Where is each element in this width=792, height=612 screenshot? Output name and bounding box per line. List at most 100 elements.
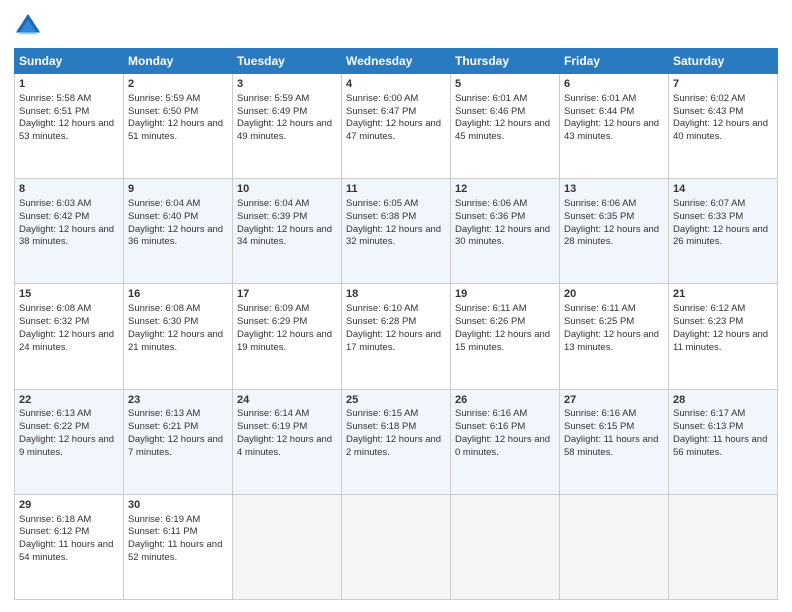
daylight-text: Daylight: 12 hours and 7 minutes. bbox=[128, 434, 223, 458]
sunrise-text: Sunrise: 6:10 AM bbox=[346, 303, 418, 314]
daylight-text: Daylight: 11 hours and 54 minutes. bbox=[19, 539, 113, 563]
calendar-cell: 15Sunrise: 6:08 AMSunset: 6:32 PMDayligh… bbox=[15, 284, 124, 389]
calendar-cell: 9Sunrise: 6:04 AMSunset: 6:40 PMDaylight… bbox=[124, 179, 233, 284]
calendar-cell: 30Sunrise: 6:19 AMSunset: 6:11 PM Dayligh… bbox=[124, 494, 233, 599]
sunrise-text: Sunrise: 6:11 AM bbox=[564, 303, 636, 314]
calendar-week-2: 8Sunrise: 6:03 AMSunset: 6:42 PMDaylight… bbox=[15, 179, 778, 284]
logo bbox=[14, 12, 46, 40]
sunrise-text: Sunrise: 6:09 AM bbox=[237, 303, 309, 314]
daylight-text: Daylight: 12 hours and 38 minutes. bbox=[19, 224, 114, 248]
day-number: 24 bbox=[237, 393, 337, 408]
sunrise-text: Sunrise: 6:05 AM bbox=[346, 198, 418, 209]
calendar-cell: 1Sunrise: 5:58 AMSunset: 6:51 PMDaylight… bbox=[15, 74, 124, 179]
sunset-text: Sunset: 6:51 PM bbox=[19, 106, 89, 117]
sunset-text: Sunset: 6:43 PM bbox=[673, 106, 743, 117]
day-number: 18 bbox=[346, 287, 446, 302]
sunset-text: Sunset: 6:19 PM bbox=[237, 421, 307, 432]
daylight-text: Daylight: 12 hours and 40 minutes. bbox=[673, 118, 768, 142]
sunrise-text: Sunrise: 6:19 AM bbox=[128, 514, 200, 525]
sunset-text: Sunset: 6:44 PM bbox=[564, 106, 634, 117]
calendar-cell: 24Sunrise: 6:14 AMSunset: 6:19 PMDayligh… bbox=[233, 389, 342, 494]
daylight-text: Daylight: 12 hours and 49 minutes. bbox=[237, 118, 332, 142]
day-number: 22 bbox=[19, 393, 119, 408]
sunset-text: Sunset: 6:35 PM bbox=[564, 211, 634, 222]
calendar-week-5: 29Sunrise: 6:18 AMSunset: 6:12 PM Dayligh… bbox=[15, 494, 778, 599]
sunrise-text: Sunrise: 6:06 AM bbox=[455, 198, 527, 209]
daylight-text: Daylight: 12 hours and 32 minutes. bbox=[346, 224, 441, 248]
calendar-cell: 23Sunrise: 6:13 AMSunset: 6:21 PMDayligh… bbox=[124, 389, 233, 494]
sunset-text: Sunset: 6:21 PM bbox=[128, 421, 198, 432]
daylight-text: Daylight: 12 hours and 24 minutes. bbox=[19, 329, 114, 353]
sunset-text: Sunset: 6:12 PM bbox=[19, 526, 89, 537]
sunrise-text: Sunrise: 6:13 AM bbox=[19, 408, 91, 419]
sunrise-text: Sunrise: 6:13 AM bbox=[128, 408, 200, 419]
sunrise-text: Sunrise: 6:14 AM bbox=[237, 408, 309, 419]
sunrise-text: Sunrise: 6:18 AM bbox=[19, 514, 91, 525]
daylight-text: Daylight: 12 hours and 9 minutes. bbox=[19, 434, 114, 458]
calendar-cell: 25Sunrise: 6:15 AMSunset: 6:18 PMDayligh… bbox=[342, 389, 451, 494]
daylight-text: Daylight: 12 hours and 47 minutes. bbox=[346, 118, 441, 142]
day-number: 19 bbox=[455, 287, 555, 302]
day-number: 30 bbox=[128, 498, 228, 513]
day-number: 10 bbox=[237, 182, 337, 197]
sunrise-text: Sunrise: 5:58 AM bbox=[19, 93, 91, 104]
daylight-text: Daylight: 11 hours and 52 minutes. bbox=[128, 539, 222, 563]
sunset-text: Sunset: 6:22 PM bbox=[19, 421, 89, 432]
daylight-text: Daylight: 12 hours and 36 minutes. bbox=[128, 224, 223, 248]
calendar-header-row: SundayMondayTuesdayWednesdayThursdayFrid… bbox=[15, 49, 778, 74]
sunrise-text: Sunrise: 6:01 AM bbox=[564, 93, 636, 104]
sunrise-text: Sunrise: 6:07 AM bbox=[673, 198, 745, 209]
sunset-text: Sunset: 6:46 PM bbox=[455, 106, 525, 117]
daylight-text: Daylight: 11 hours and 56 minutes. bbox=[673, 434, 767, 458]
day-number: 27 bbox=[564, 393, 664, 408]
sunset-text: Sunset: 6:30 PM bbox=[128, 316, 198, 327]
day-number: 28 bbox=[673, 393, 773, 408]
daylight-text: Daylight: 12 hours and 34 minutes. bbox=[237, 224, 332, 248]
daylight-text: Daylight: 12 hours and 15 minutes. bbox=[455, 329, 550, 353]
sunset-text: Sunset: 6:40 PM bbox=[128, 211, 198, 222]
sunset-text: Sunset: 6:47 PM bbox=[346, 106, 416, 117]
calendar-cell bbox=[669, 494, 778, 599]
daylight-text: Daylight: 12 hours and 0 minutes. bbox=[455, 434, 550, 458]
daylight-text: Daylight: 12 hours and 28 minutes. bbox=[564, 224, 659, 248]
sunrise-text: Sunrise: 6:16 AM bbox=[455, 408, 527, 419]
calendar-cell: 8Sunrise: 6:03 AMSunset: 6:42 PMDaylight… bbox=[15, 179, 124, 284]
calendar-cell: 2Sunrise: 5:59 AMSunset: 6:50 PMDaylight… bbox=[124, 74, 233, 179]
calendar-cell bbox=[342, 494, 451, 599]
calendar-cell bbox=[451, 494, 560, 599]
sunset-text: Sunset: 6:15 PM bbox=[564, 421, 634, 432]
calendar-header-tuesday: Tuesday bbox=[233, 49, 342, 74]
calendar-cell: 3Sunrise: 5:59 AMSunset: 6:49 PMDaylight… bbox=[233, 74, 342, 179]
day-number: 26 bbox=[455, 393, 555, 408]
sunrise-text: Sunrise: 6:17 AM bbox=[673, 408, 745, 419]
day-number: 2 bbox=[128, 77, 228, 92]
sunrise-text: Sunrise: 6:01 AM bbox=[455, 93, 527, 104]
calendar-table: SundayMondayTuesdayWednesdayThursdayFrid… bbox=[14, 48, 778, 600]
calendar-cell: 4Sunrise: 6:00 AMSunset: 6:47 PMDaylight… bbox=[342, 74, 451, 179]
sunrise-text: Sunrise: 6:11 AM bbox=[455, 303, 527, 314]
daylight-text: Daylight: 12 hours and 26 minutes. bbox=[673, 224, 768, 248]
calendar-header-sunday: Sunday bbox=[15, 49, 124, 74]
day-number: 15 bbox=[19, 287, 119, 302]
calendar-cell: 13Sunrise: 6:06 AMSunset: 6:35 PMDayligh… bbox=[560, 179, 669, 284]
sunset-text: Sunset: 6:11 PM bbox=[128, 526, 198, 537]
calendar-week-4: 22Sunrise: 6:13 AMSunset: 6:22 PMDayligh… bbox=[15, 389, 778, 494]
calendar-cell: 28Sunrise: 6:17 AMSunset: 6:13 PMDayligh… bbox=[669, 389, 778, 494]
calendar-header-monday: Monday bbox=[124, 49, 233, 74]
sunset-text: Sunset: 6:29 PM bbox=[237, 316, 307, 327]
sunrise-text: Sunrise: 6:08 AM bbox=[128, 303, 200, 314]
day-number: 21 bbox=[673, 287, 773, 302]
day-number: 25 bbox=[346, 393, 446, 408]
day-number: 11 bbox=[346, 182, 446, 197]
sunrise-text: Sunrise: 6:03 AM bbox=[19, 198, 91, 209]
day-number: 29 bbox=[19, 498, 119, 513]
day-number: 3 bbox=[237, 77, 337, 92]
daylight-text: Daylight: 12 hours and 11 minutes. bbox=[673, 329, 768, 353]
calendar-cell: 17Sunrise: 6:09 AMSunset: 6:29 PMDayligh… bbox=[233, 284, 342, 389]
calendar-cell: 22Sunrise: 6:13 AM Sunset: 6:22 PM Dayligh… bbox=[15, 389, 124, 494]
day-number: 12 bbox=[455, 182, 555, 197]
daylight-text: Daylight: 12 hours and 19 minutes. bbox=[237, 329, 332, 353]
day-number: 20 bbox=[564, 287, 664, 302]
day-number: 1 bbox=[19, 77, 119, 92]
sunset-text: Sunset: 6:33 PM bbox=[673, 211, 743, 222]
